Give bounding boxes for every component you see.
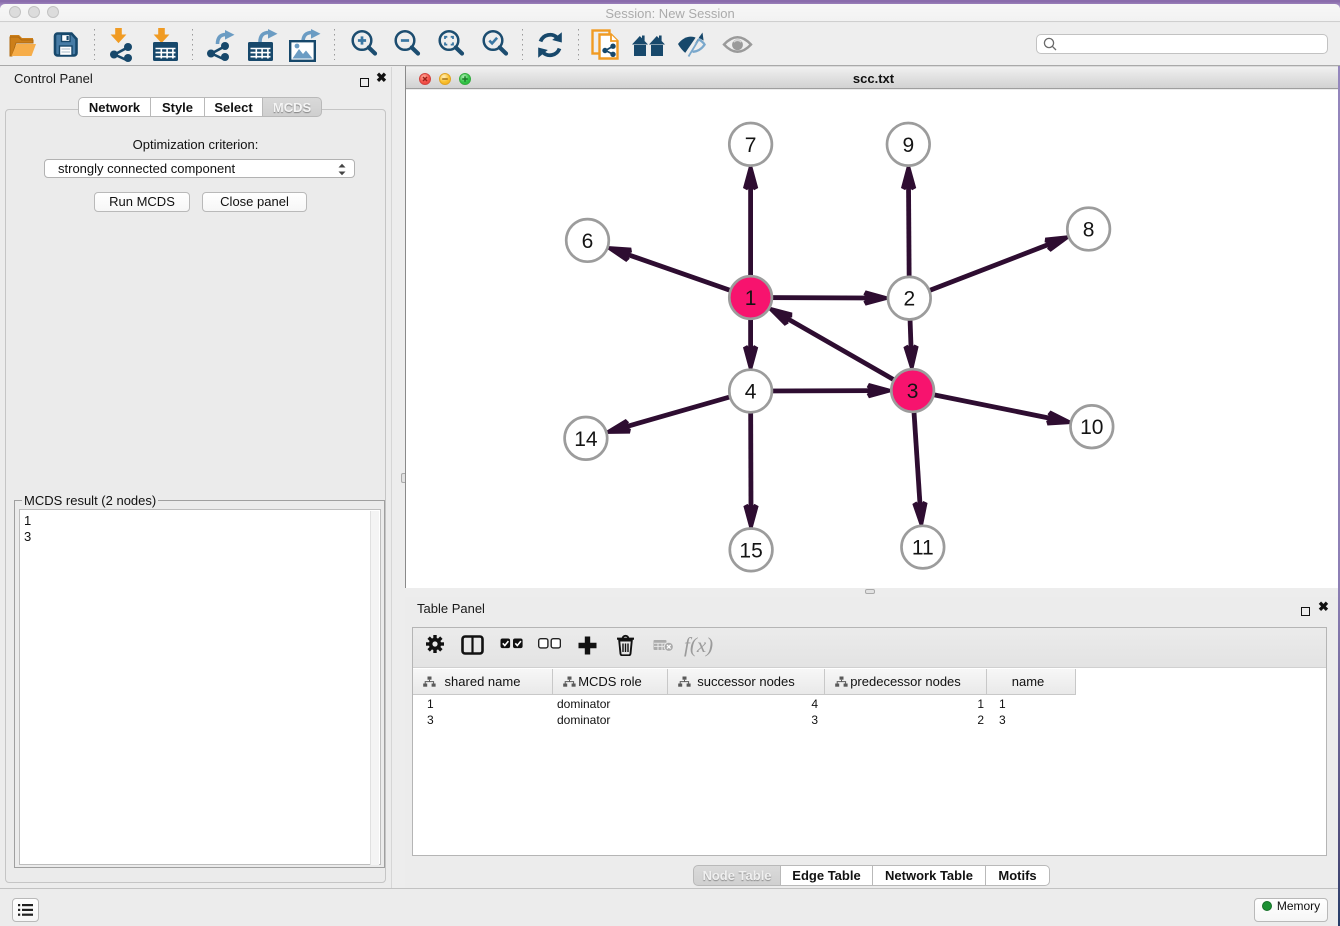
svg-text:4: 4 — [745, 381, 757, 404]
svg-text:7: 7 — [745, 134, 757, 157]
svg-text:15: 15 — [739, 539, 762, 562]
svg-text:8: 8 — [1083, 219, 1095, 242]
svg-text:14: 14 — [574, 428, 598, 451]
svg-text:2: 2 — [903, 288, 915, 311]
svg-text:9: 9 — [902, 134, 914, 157]
svg-text:3: 3 — [907, 380, 919, 403]
svg-text:1: 1 — [745, 287, 757, 310]
svg-text:6: 6 — [582, 230, 594, 253]
svg-text:10: 10 — [1080, 416, 1103, 439]
svg-text:11: 11 — [912, 537, 934, 560]
